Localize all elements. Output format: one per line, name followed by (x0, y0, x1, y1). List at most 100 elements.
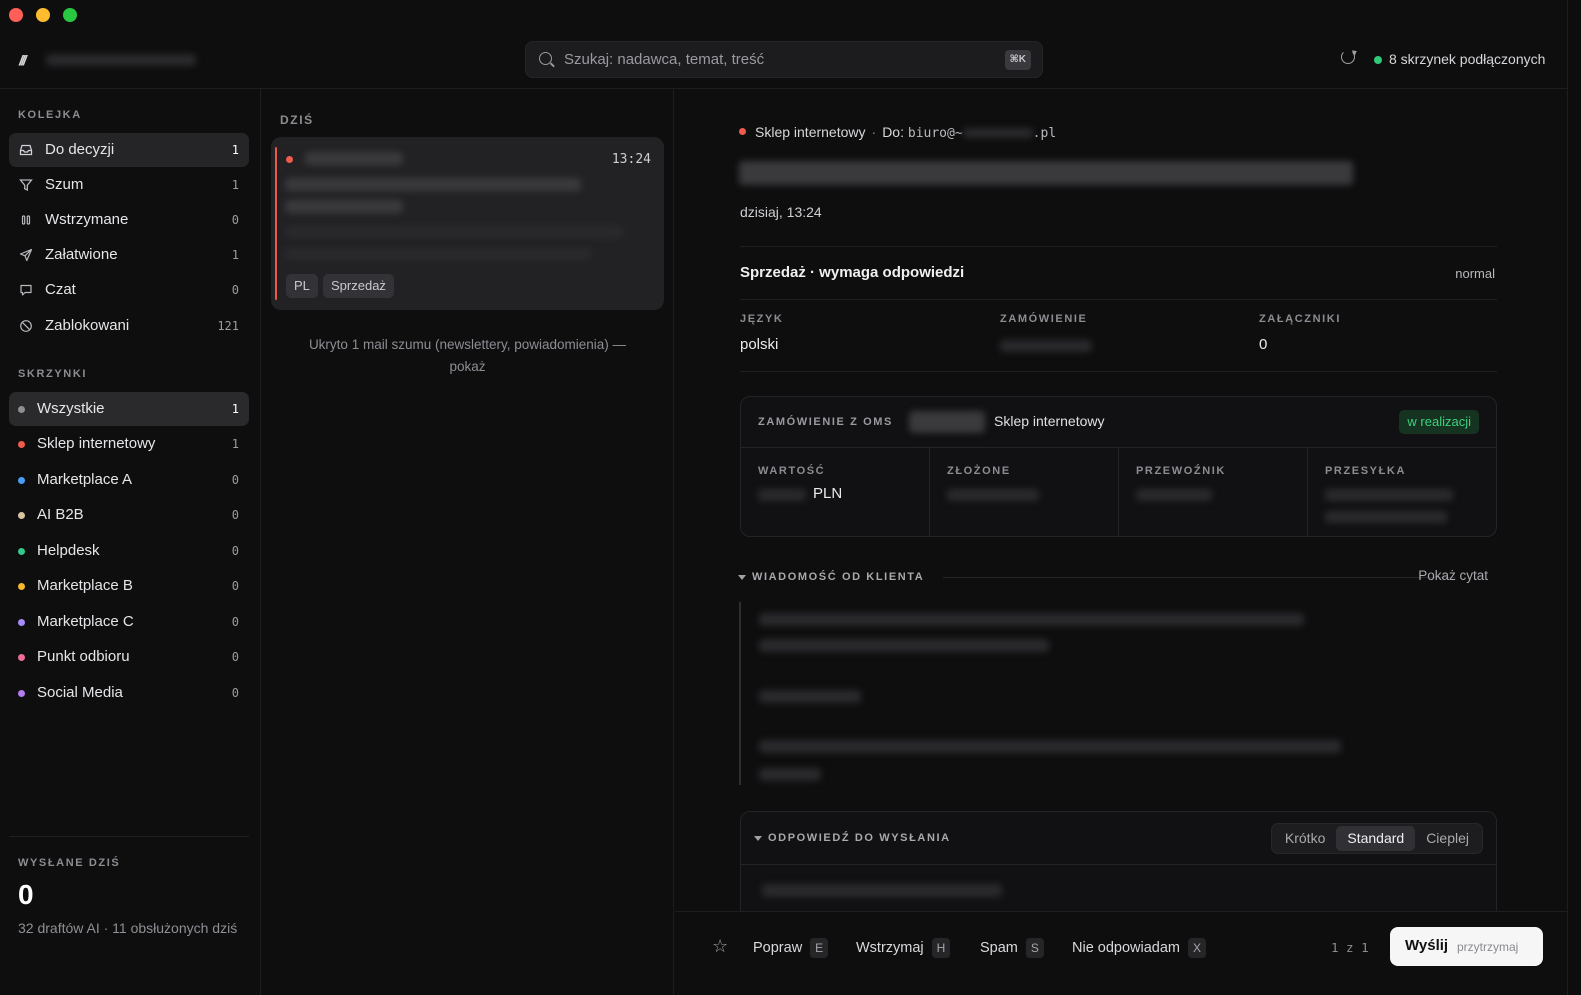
mailbox-label: Marketplace B (37, 577, 133, 594)
search-input[interactable] (564, 42, 984, 77)
app-logo: /// (19, 52, 27, 68)
oms-order-id-redacted (909, 411, 985, 433)
mail-list-item[interactable]: 13:24 PL Sprzedaż (271, 137, 664, 310)
sidebar-item-count: 121 (217, 319, 239, 333)
search-shortcut-badge: ⌘K (1004, 50, 1031, 70)
divider (740, 371, 1497, 372)
message-text-redacted (759, 639, 1049, 652)
subject-redacted (739, 161, 1353, 185)
sidebar-item-label: Do decyzji (45, 141, 115, 158)
spam-button[interactable]: Spam S (980, 938, 1044, 958)
mailbox-item-marketplace-b[interactable]: Marketplace B 0 (9, 569, 249, 603)
order-number-redacted (1000, 340, 1092, 352)
customer-message-label: WIADOMOŚĆ OD KLIENTA (738, 571, 924, 583)
mailbox-item-sklep-internetowy[interactable]: Sklep internetowy 1 (9, 427, 249, 461)
attachments-label: ZAŁĄCZNIKI (1259, 313, 1341, 325)
sidebar-item-count: 1 (231, 143, 239, 157)
preview-redacted (285, 226, 623, 238)
close-window-button[interactable] (9, 8, 23, 22)
mailbox-item-punkt-odbioru[interactable]: Punkt odbioru 0 (9, 640, 249, 674)
message-text-redacted (759, 740, 1341, 753)
mailbox-label: AI B2B (37, 506, 84, 523)
mailbox-label: Marketplace A (37, 471, 133, 488)
action-bar: ☆ Popraw E Wstrzymaj H Spam S Nie odpowiada… (675, 911, 1567, 995)
customer-message-header[interactable]: WIADOMOŚĆ OD KLIENTA Pokaż cytat (738, 568, 1498, 586)
refresh-icon[interactable] (1341, 50, 1355, 64)
sidebar-item-zalatwione[interactable]: Załatwione 1 (9, 238, 249, 272)
mailbox-count: 1 (231, 437, 239, 451)
mailbox-count: 0 (231, 686, 239, 700)
sidebar-item-label: Zablokowani (45, 317, 130, 334)
mailbox-color-dot (18, 654, 25, 661)
mail-date: dzisiaj, 13:24 (740, 204, 822, 220)
no-reply-button[interactable]: Nie odpowiadam X (1072, 938, 1207, 958)
category-tag: Sprzedaż (323, 274, 394, 298)
mailbox-label: Sklep internetowy (37, 435, 156, 452)
filter-icon (19, 178, 33, 192)
shortcut-key: H (931, 938, 951, 958)
top-bar: /// ⌘K 8 skrzynek podłączonych (0, 30, 1567, 89)
mailbox-item-wszystkie[interactable]: Wszystkie 1 (9, 392, 249, 426)
send-button-hint: przytrzymaj (1457, 940, 1519, 954)
collapse-triangle-icon (754, 835, 762, 841)
oms-order-header: ZAMÓWIENIE Z OMS Sklep internetowy w rea… (741, 397, 1496, 448)
mail-header-line: Sklep internetowy · Do: biuro@~ .pl (755, 124, 1057, 141)
mailbox-label: Helpdesk (37, 542, 100, 559)
placed-date-redacted (947, 489, 1039, 501)
mail-list: DZIŚ 13:24 PL Sprzedaż Ukryto 1 mail szu… (261, 89, 674, 995)
tone-warm-button[interactable]: Cieplej (1415, 826, 1480, 851)
hold-button[interactable]: Wstrzymaj H (856, 938, 951, 958)
tone-short-button[interactable]: Krótko (1274, 826, 1336, 851)
oms-shipment-cell: PRZESYŁKA (1308, 448, 1497, 537)
mailbox-color-dot (18, 477, 25, 484)
fix-button[interactable]: Popraw E (753, 938, 829, 958)
sidebar-item-zablokowani[interactable]: Zablokowani 121 (9, 309, 249, 343)
star-icon[interactable]: ☆ (712, 936, 728, 957)
shipment-label: PRZESYŁKA (1325, 465, 1407, 477)
mailbox-item-social-media[interactable]: Social Media 0 (9, 676, 249, 710)
mail-time: 13:24 (611, 152, 651, 167)
mailbox-item-marketplace-c[interactable]: Marketplace C 0 (9, 605, 249, 639)
recipient-prefix: biuro@~ (907, 126, 963, 141)
value-label: WARTOŚĆ (758, 465, 826, 477)
order-label: ZAMÓWIENIE (1000, 313, 1088, 325)
language-value: polski (740, 336, 779, 353)
search-icon (539, 52, 552, 65)
mailbox-count: 0 (231, 544, 239, 558)
mailbox-item-marketplace-a[interactable]: Marketplace A 0 (9, 463, 249, 497)
mailbox-color-dot (18, 512, 25, 519)
shipment-redacted (1325, 511, 1447, 523)
attachments-value: 0 (1259, 336, 1268, 353)
mailbox-item-ai-b2b[interactable]: AI B2B 0 (9, 498, 249, 532)
send-button[interactable]: Wyślij przytrzymaj (1390, 927, 1543, 966)
value-amount-redacted (758, 489, 806, 501)
tone-standard-button[interactable]: Standard (1336, 826, 1416, 851)
pause-icon (19, 213, 33, 227)
reply-draft-label[interactable]: ODPOWIEDŹ DO WYSŁANIA (754, 832, 951, 844)
classification-title: Sprzedaż · wymaga odpowiedzi (740, 264, 965, 281)
mailbox-label: Wszystkie (37, 400, 105, 417)
subject-redacted (285, 200, 403, 213)
divider (9, 836, 249, 837)
mailbox-name: Sklep internetowy (755, 124, 866, 140)
sidebar-item-label: Czat (45, 281, 76, 298)
mailbox-count: 0 (231, 508, 239, 522)
mailbox-item-helpdesk[interactable]: Helpdesk 0 (9, 534, 249, 568)
mailbox-count: 0 (231, 579, 239, 593)
search-box[interactable]: ⌘K (525, 41, 1043, 78)
hidden-noise-note[interactable]: Ukryto 1 mail szumu (newslettery, powiad… (291, 334, 644, 378)
reply-text-redacted (762, 884, 1002, 897)
language-tag: PL (286, 274, 318, 298)
minimize-window-button[interactable] (36, 8, 50, 22)
sidebar-item-szum[interactable]: Szum 1 (9, 168, 249, 202)
sidebar-item-czat[interactable]: Czat 0 (9, 273, 249, 307)
maximize-window-button[interactable] (63, 8, 77, 22)
sidebar-item-count: 1 (231, 248, 239, 262)
show-quote-button[interactable]: Pokaż cytat (1418, 568, 1488, 583)
list-section-today: DZIŚ (280, 113, 314, 127)
sidebar-item-do-decyzji[interactable]: Do decyzji 1 (9, 133, 249, 167)
shipment-redacted (1325, 489, 1453, 501)
sender-redacted (305, 152, 403, 165)
sidebar-item-wstrzymane[interactable]: Wstrzymane 0 (9, 203, 249, 237)
oms-shop-name: Sklep internetowy (994, 413, 1105, 429)
